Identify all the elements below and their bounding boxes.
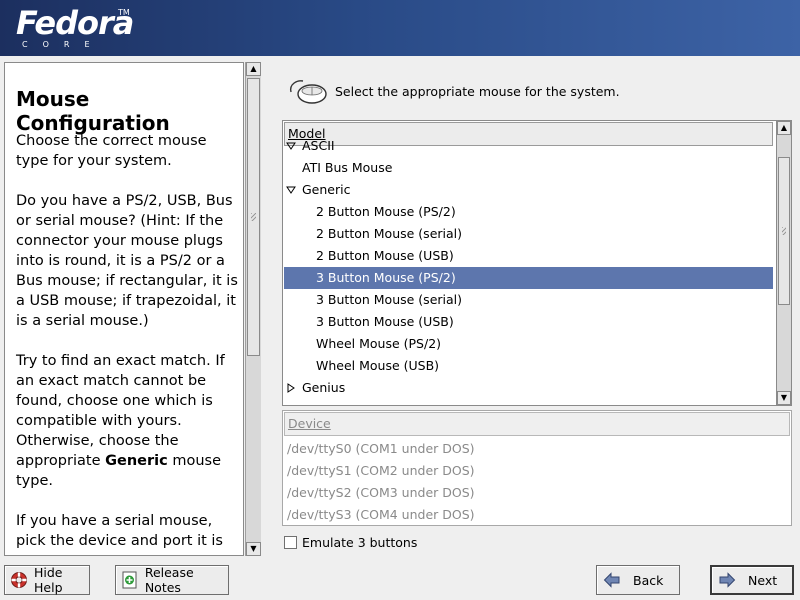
checkbox-box[interactable] [284,535,297,549]
back-button[interactable]: Back [596,565,680,595]
tree-row-label: 3 Button Mouse (PS/2) [316,270,456,285]
help-paragraph: If you have a serial mouse, pick the dev… [16,513,223,549]
scrollbar-thumb[interactable] [778,157,790,305]
fedora-logo: Fedora [16,4,134,42]
scrollbar-thumb[interactable] [247,78,260,356]
tree-row[interactable]: Wheel Mouse (PS/2) [284,333,773,355]
expander-down-icon[interactable] [286,141,296,151]
help-paragraph: Do you have a PS/2, USB, Bus or serial m… [16,193,238,329]
header-banner: Fedora TM CORE [0,0,800,56]
arrow-left-icon [603,571,621,589]
tree-row[interactable]: 3 Button Mouse (USB) [284,311,773,333]
scroll-up-arrow-icon[interactable]: ▲ [246,62,261,76]
tree-row-label: Generic [302,182,351,197]
expander-right-icon[interactable] [286,383,296,393]
device-row[interactable]: /dev/ttyS3 (COM4 under DOS) [287,504,475,525]
scroll-down-arrow-icon[interactable]: ▼ [246,542,261,556]
help-text: Choose the correct mouse type for your s… [16,131,240,555]
tree-row-label: ATI Bus Mouse [302,160,393,175]
core-wordmark: CORE [22,40,105,49]
tree-row[interactable]: Generic [284,179,773,201]
hide-help-button[interactable]: Hide Help [4,565,90,595]
tree-row-label: Wheel Mouse (PS/2) [316,336,442,351]
arrow-right-icon [718,571,736,589]
tree-row[interactable]: Genius [284,377,773,399]
release-notes-button[interactable]: Release Notes [115,565,229,595]
tree-row-label: ASCII [302,138,335,153]
next-label: Next [748,572,778,588]
tree-row[interactable]: 2 Button Mouse (PS/2) [284,201,773,223]
scroll-up-arrow-icon[interactable]: ▲ [777,121,791,135]
release-notes-label: Release Notes [144,565,194,595]
tree-row[interactable]: Wheel Mouse (USB) [284,355,773,377]
help-paragraph: Choose the correct mouse type for your s… [16,133,207,169]
checkbox-label: Emulate 3 buttons [302,534,418,550]
lifebuoy-icon [10,571,28,589]
document-plus-icon [122,571,139,589]
tree-row-label: 2 Button Mouse (serial) [316,226,463,241]
tree-row[interactable]: 3 Button Mouse (serial) [284,289,773,311]
device-row[interactable]: /dev/ttyS1 (COM2 under DOS) [287,460,475,482]
expander-down-icon[interactable] [286,185,296,195]
mouse-icon [289,80,327,104]
tree-row-label: 2 Button Mouse (PS/2) [316,204,456,219]
help-panel: Mouse Configuration Choose the correct m… [4,62,244,556]
tree-row[interactable]: ASCII [284,135,773,157]
device-list[interactable]: Device /dev/ttyS0 (COM1 under DOS)/dev/t… [282,410,792,526]
emulate-3-buttons-checkbox[interactable]: Emulate 3 buttons [284,534,417,550]
tree-row-label: 3 Button Mouse (serial) [316,292,463,307]
help-scrollbar[interactable]: ▲ ▼ [245,62,261,556]
trademark-mark: TM [118,8,130,17]
tree-row-label: 3 Button Mouse (USB) [316,314,454,329]
help-paragraph: Try to find an exact match. If an exact … [16,353,225,489]
scroll-down-arrow-icon[interactable]: ▼ [777,391,791,405]
next-button[interactable]: Next [710,565,794,595]
tree-row[interactable]: 2 Button Mouse (serial) [284,223,773,245]
tree-row[interactable]: 3 Button Mouse (PS/2) [284,267,773,289]
device-row[interactable]: /dev/ttyS0 (COM1 under DOS) [287,438,475,460]
tree-row-label: Genius [302,380,346,395]
tree-row-label: 2 Button Mouse (USB) [316,248,454,263]
model-scrollbar[interactable]: ▲ ▼ [776,120,792,406]
device-row[interactable]: /dev/ttyS2 (COM3 under DOS) [287,482,475,504]
back-label: Back [633,572,664,588]
tree-row[interactable]: ATI Bus Mouse [284,157,773,179]
help-emphasis: Generic [105,453,168,469]
device-column-header[interactable]: Device [284,412,790,436]
instruction-text: Select the appropriate mouse for the sys… [335,84,620,99]
model-tree[interactable]: Model ASCII ATI Bus Mouse Generic 2 Button … [282,120,792,406]
hide-help-label: Hide Help [34,565,63,595]
help-title: Mouse Configuration [16,87,170,135]
tree-row[interactable]: 2 Button Mouse (USB) [284,245,773,267]
tree-row-label: Wheel Mouse (USB) [316,358,440,373]
